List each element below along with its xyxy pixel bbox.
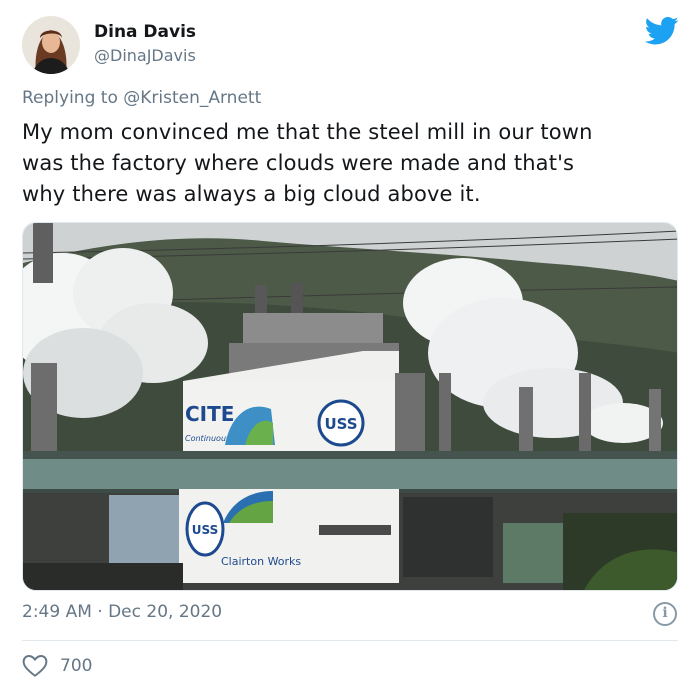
info-icon[interactable]: i [653, 602, 677, 626]
reply-prefix: Replying to [22, 88, 118, 108]
author-handle[interactable]: @DinaJDavis [94, 46, 196, 65]
sign-continuous: Continuous [185, 434, 230, 443]
heart-icon[interactable] [22, 654, 48, 678]
author-name[interactable]: Dina Davis [94, 22, 196, 42]
timestamp[interactable]: 2:49 AM · Dec 20, 2020 [22, 602, 222, 622]
like-count[interactable]: 700 [60, 656, 92, 676]
sign-uss-bottom: USS [192, 523, 219, 537]
tweet-text-line: why there was always a big cloud above i… [22, 182, 481, 206]
tweet-card: Dina Davis @DinaJDavis Replying to @Kris… [0, 0, 700, 694]
tweet-photo[interactable]: CITE Continuous USS USS Clairton Works [22, 222, 678, 591]
tweet-text-line: was the factory where clouds were made a… [22, 151, 575, 175]
twitter-bird-icon[interactable] [644, 16, 679, 46]
avatar[interactable] [22, 16, 80, 74]
sign-cite: CITE [185, 402, 234, 426]
reply-line: Replying to @Kristen_Arnett [22, 88, 261, 108]
sign-clairton: Clairton Works [221, 555, 301, 568]
sign-uss-top: USS [324, 415, 357, 433]
tweet-text: My mom convinced me that the steel mill … [22, 117, 682, 210]
tweet-text-line: My mom convinced me that the steel mill … [22, 120, 593, 144]
divider [22, 640, 678, 641]
reply-mention[interactable]: @Kristen_Arnett [123, 88, 261, 108]
